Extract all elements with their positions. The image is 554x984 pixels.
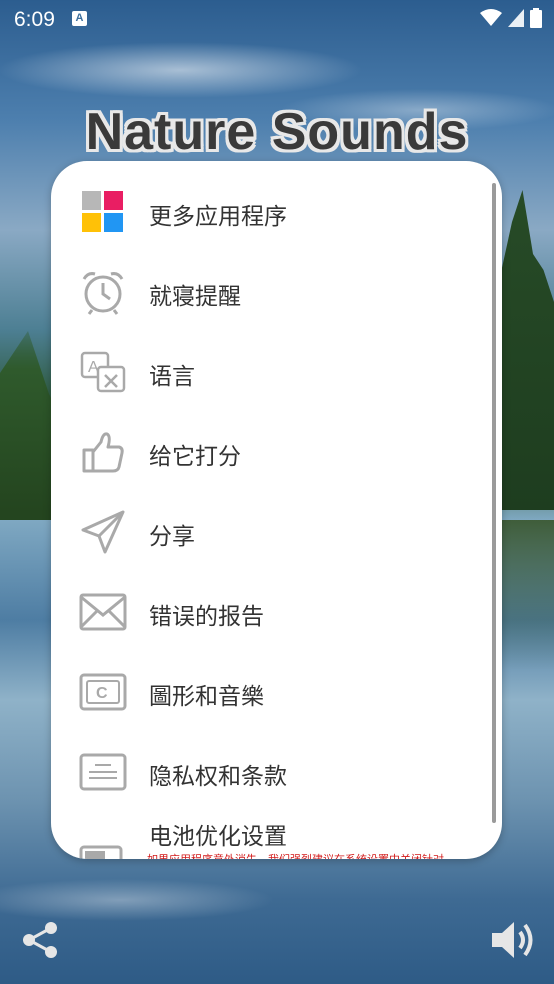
menu-item-more-apps[interactable]: 更多应用程序 [51, 171, 481, 251]
svg-text:C: C [96, 685, 108, 702]
menu-item-label: 更多应用程序 [149, 204, 287, 230]
menu-scrollbar[interactable] [492, 183, 496, 823]
status-icons [480, 8, 542, 28]
menu-item-rate[interactable]: 给它打分 [51, 411, 481, 491]
more-apps-grid-icon [79, 189, 127, 235]
menu-item-language[interactable]: A 语言 [51, 331, 481, 411]
send-icon [79, 509, 127, 555]
status-bar: 6:09 A [0, 0, 554, 40]
menu-item-privacy-terms[interactable]: 隐私权和条款 [51, 731, 481, 811]
menu-item-label: 给它打分 [149, 444, 241, 470]
menu-item-graphics-music[interactable]: C 圖形和音樂 [51, 651, 481, 731]
menu-item-label: 隐私权和条款 [149, 764, 287, 790]
svg-text:A: A [88, 359, 99, 376]
signal-icon [508, 9, 524, 27]
background-reflection [494, 520, 554, 670]
mail-icon [79, 589, 127, 635]
app-title: Nature Sounds [85, 103, 469, 161]
menu-item-bedtime-reminder[interactable]: 就寝提醒 [51, 251, 481, 331]
battery-icon [79, 835, 127, 859]
document-icon [79, 749, 127, 795]
menu-item-label: 分享 [149, 524, 195, 550]
thumbs-up-icon [79, 429, 127, 475]
battery-warning-text: 如果应用程序意外消失，我们强烈建议在系统设置中关闭针对 [147, 851, 487, 859]
menu-item-label: 就寝提醒 [149, 284, 241, 310]
alarm-clock-icon [79, 269, 127, 315]
menu-item-report-bug[interactable]: 错误的报告 [51, 571, 481, 651]
copyright-icon: C [79, 669, 127, 715]
menu-item-label: 圖形和音樂 [149, 684, 264, 710]
menu-panel: 更多应用程序 就寝提醒 A 语言 给它打分 分享 错误的报告 C 圖形和音樂 隐… [51, 161, 502, 859]
volume-icon[interactable] [490, 918, 536, 962]
share-icon[interactable] [20, 920, 60, 960]
menu-item-label: 语言 [149, 364, 195, 390]
translate-icon: A [79, 349, 127, 395]
wifi-icon [480, 9, 502, 26]
status-time: 6:09 [14, 8, 55, 31]
menu-item-label: 错误的报告 [149, 604, 264, 630]
menu-item-share[interactable]: 分享 [51, 491, 481, 571]
notification-icon: A [72, 11, 87, 26]
menu-item-label: 电池优化设置 [149, 824, 287, 850]
battery-status-icon [530, 8, 542, 28]
